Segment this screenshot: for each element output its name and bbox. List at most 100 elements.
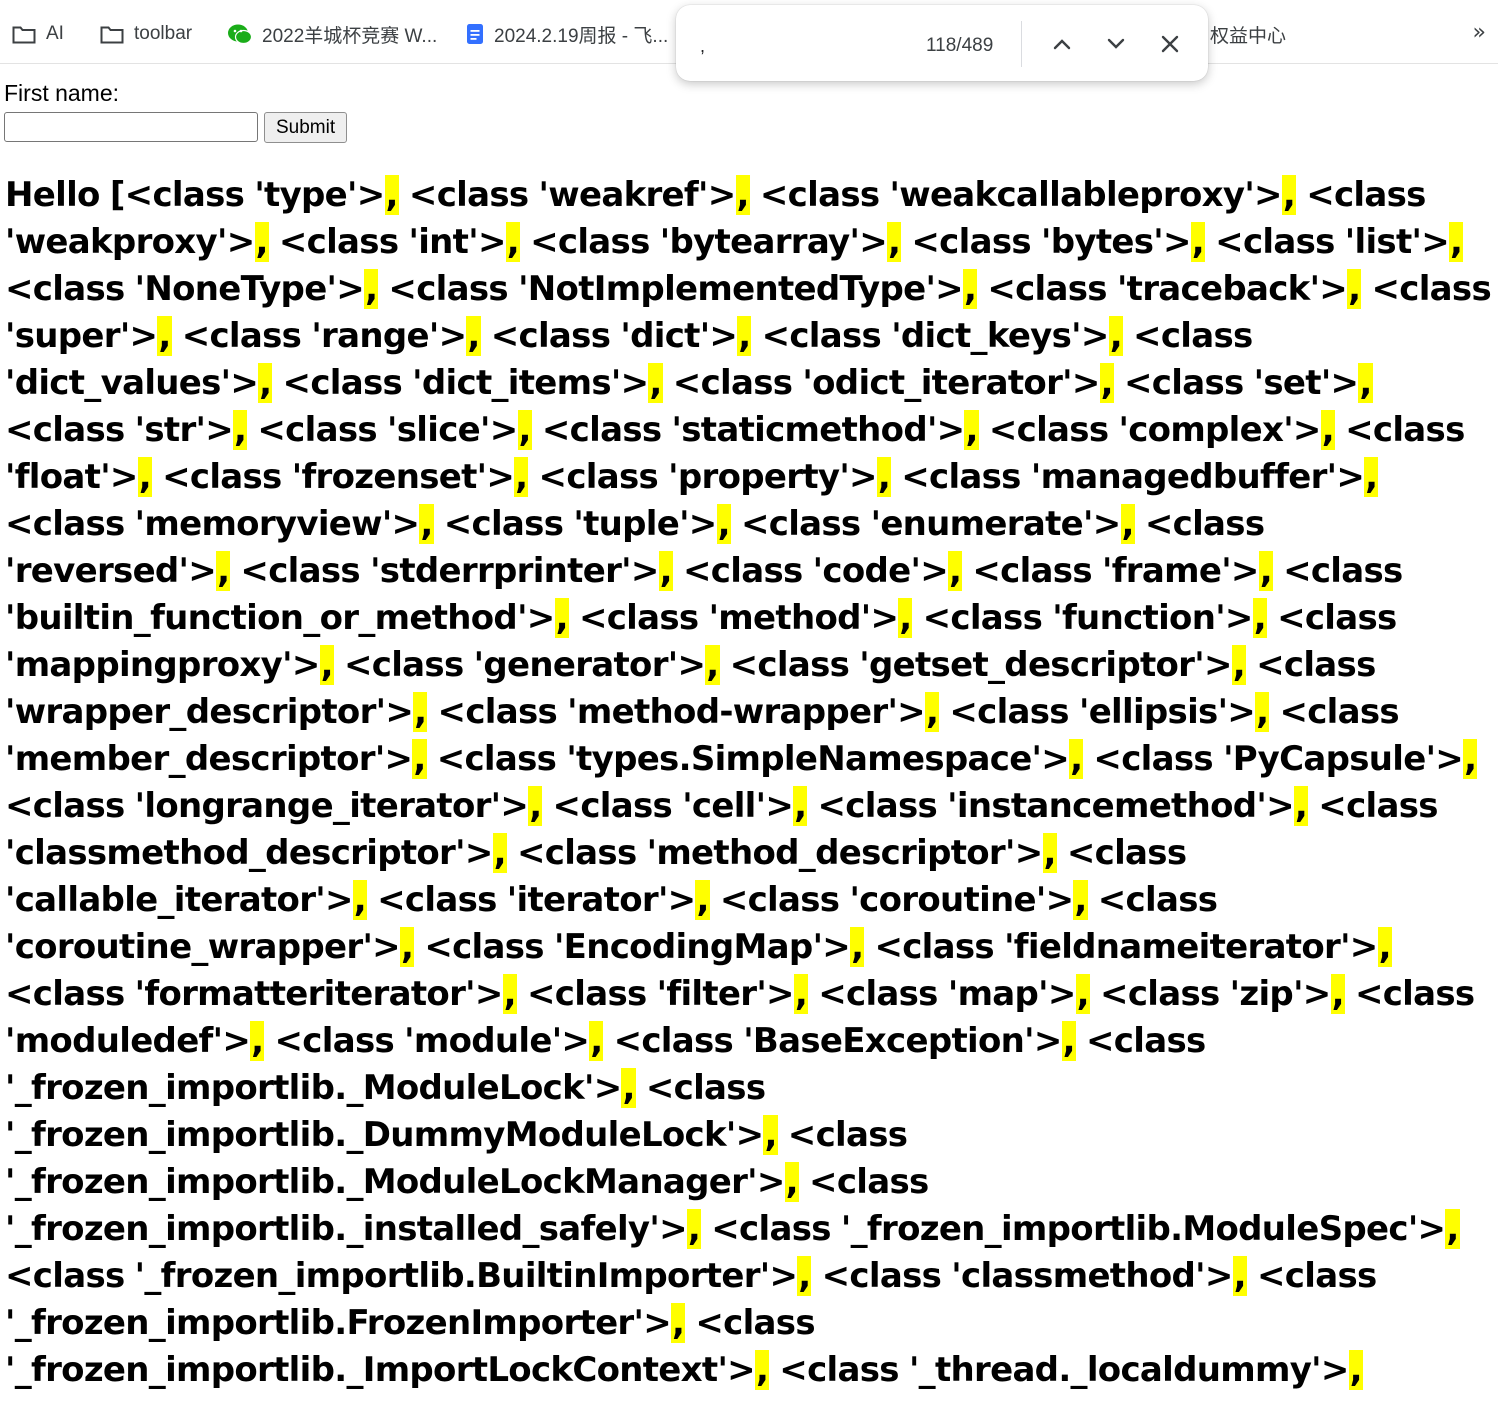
find-highlight: , bbox=[1293, 786, 1309, 826]
class-item: <class '_frozen_importlib.ModuleSpec'> bbox=[711, 1209, 1446, 1249]
class-item: <class 'bytearray'> bbox=[530, 222, 888, 262]
find-highlight: , bbox=[505, 222, 520, 262]
find-highlight: , bbox=[412, 739, 427, 779]
find-highlight: , bbox=[216, 551, 231, 591]
find-highlight: , bbox=[1073, 880, 1088, 920]
find-highlight: , bbox=[898, 598, 913, 638]
find-highlight: , bbox=[716, 504, 731, 544]
find-divider bbox=[1021, 21, 1022, 67]
close-icon bbox=[1161, 35, 1179, 53]
find-highlight: , bbox=[1449, 222, 1464, 262]
find-highlight: , bbox=[1255, 692, 1270, 732]
find-highlight: , bbox=[1075, 974, 1090, 1014]
find-highlight: , bbox=[254, 222, 269, 262]
find-highlight: , bbox=[413, 692, 428, 732]
class-item: <class 'range'> bbox=[181, 316, 467, 356]
folder-icon bbox=[12, 26, 36, 44]
find-highlight: , bbox=[258, 363, 273, 403]
bookmark-wechat-article[interactable]: 2022羊城杯竞赛 W... bbox=[228, 20, 437, 48]
class-item: <class 'staticmethod'> bbox=[541, 410, 965, 450]
find-highlight: , bbox=[233, 410, 248, 450]
find-previous-button[interactable] bbox=[1047, 29, 1077, 59]
find-highlight: , bbox=[671, 1303, 686, 1343]
find-highlight: , bbox=[648, 363, 663, 403]
first-name-input[interactable] bbox=[4, 112, 258, 142]
class-item: <class 'classmethod'> bbox=[821, 1256, 1234, 1296]
class-item: <class 'set'> bbox=[1124, 363, 1359, 403]
find-highlight: , bbox=[1108, 316, 1123, 356]
bookmark-feishu-report[interactable]: 2024.2.19周报 - 飞... bbox=[466, 20, 668, 48]
find-highlight: , bbox=[1120, 504, 1135, 544]
find-next-button[interactable] bbox=[1101, 29, 1131, 59]
find-close-button[interactable] bbox=[1155, 29, 1185, 59]
find-highlight: , bbox=[1347, 269, 1362, 309]
class-item: <class 'function'> bbox=[922, 598, 1254, 638]
class-item: <class 'complex'> bbox=[988, 410, 1322, 450]
find-highlight: , bbox=[1358, 363, 1373, 403]
find-highlight: , bbox=[528, 786, 543, 826]
find-highlight: , bbox=[554, 598, 569, 638]
name-form: First name: Submit bbox=[4, 80, 348, 143]
class-item: <class 'memoryview'> bbox=[5, 504, 420, 544]
find-highlight: , bbox=[947, 551, 963, 591]
class-item: <class 'bytes'> bbox=[911, 222, 1191, 262]
find-highlight: , bbox=[1099, 363, 1114, 403]
class-item: <class 'BaseException'> bbox=[613, 1021, 1063, 1061]
find-input[interactable] bbox=[698, 27, 902, 65]
find-highlight: , bbox=[1364, 457, 1379, 497]
find-highlight: , bbox=[1231, 645, 1246, 685]
bookmark-label: 权益中心 bbox=[1210, 25, 1287, 47]
find-highlight: , bbox=[1061, 1021, 1076, 1061]
chevron-double-right-icon[interactable]: » bbox=[1473, 20, 1486, 45]
find-highlight: , bbox=[492, 833, 507, 873]
class-item: <class 'filter'> bbox=[527, 974, 795, 1014]
find-highlight: , bbox=[1069, 739, 1084, 779]
find-highlight: , bbox=[1320, 410, 1335, 450]
class-item: <class 'map'> bbox=[818, 974, 1076, 1014]
class-item: <class 'list'> bbox=[1215, 222, 1450, 262]
find-bar: 118/489 bbox=[676, 5, 1208, 81]
class-item: <class 'fieldnameiterator'> bbox=[874, 927, 1378, 967]
find-highlight: , bbox=[1463, 739, 1478, 779]
class-item: <class 'managedbuffer'> bbox=[901, 457, 1365, 497]
bookmark-rights-center[interactable]: 权益中心 bbox=[1210, 20, 1286, 48]
class-item: <class 'stderrprinter'> bbox=[240, 551, 659, 591]
find-highlight: , bbox=[887, 222, 902, 262]
find-highlight: , bbox=[157, 316, 172, 356]
find-highlight: , bbox=[1330, 974, 1345, 1014]
find-highlight: , bbox=[589, 1021, 604, 1061]
class-item: <class 'coroutine'> bbox=[719, 880, 1074, 920]
find-highlight: , bbox=[1252, 598, 1267, 638]
find-highlight: , bbox=[686, 1209, 702, 1249]
find-highlight: , bbox=[137, 457, 152, 497]
class-item: <class 'enumerate'> bbox=[740, 504, 1121, 544]
class-item: <class 'NoneType'> bbox=[5, 269, 365, 309]
greeting-prefix: Hello [ bbox=[5, 175, 125, 215]
bookmark-folder-toolbar[interactable]: toolbar bbox=[100, 20, 192, 48]
bookmark-folder-ai[interactable]: AI bbox=[12, 20, 64, 48]
find-highlight: , bbox=[514, 457, 529, 497]
bookmark-label: 2022羊城杯竞赛 W... bbox=[262, 25, 438, 47]
find-highlight: , bbox=[1377, 927, 1392, 967]
find-highlight: , bbox=[737, 316, 752, 356]
class-item: <class 'ellipsis'> bbox=[949, 692, 1256, 732]
find-highlight: , bbox=[1281, 175, 1297, 215]
find-highlight: , bbox=[793, 974, 809, 1014]
find-highlight: , bbox=[695, 880, 710, 920]
class-item: <class '_frozen_importlib.BuiltinImporte… bbox=[5, 1256, 798, 1296]
class-item: <class 'longrange_iterator'> bbox=[5, 786, 529, 826]
find-highlight: , bbox=[964, 410, 979, 450]
class-item: <class 'method_descriptor'> bbox=[516, 833, 1043, 873]
class-item: <class 'generator'> bbox=[343, 645, 706, 685]
class-item: <class 'dict_keys'> bbox=[761, 316, 1110, 356]
find-highlight: , bbox=[793, 786, 808, 826]
find-highlight: , bbox=[364, 269, 379, 309]
class-item: <class 'frozenset'> bbox=[162, 457, 515, 497]
find-highlight: , bbox=[876, 457, 892, 497]
class-item: <class 'formatteriterator'> bbox=[5, 974, 503, 1014]
submit-button[interactable]: Submit bbox=[264, 112, 348, 143]
class-item: <class 'NotImplementedType'> bbox=[388, 269, 963, 309]
class-item: <class 'module'> bbox=[274, 1021, 590, 1061]
find-highlight: , bbox=[1348, 1350, 1363, 1390]
class-item: <class '_thread._localdummy'> bbox=[779, 1350, 1349, 1390]
